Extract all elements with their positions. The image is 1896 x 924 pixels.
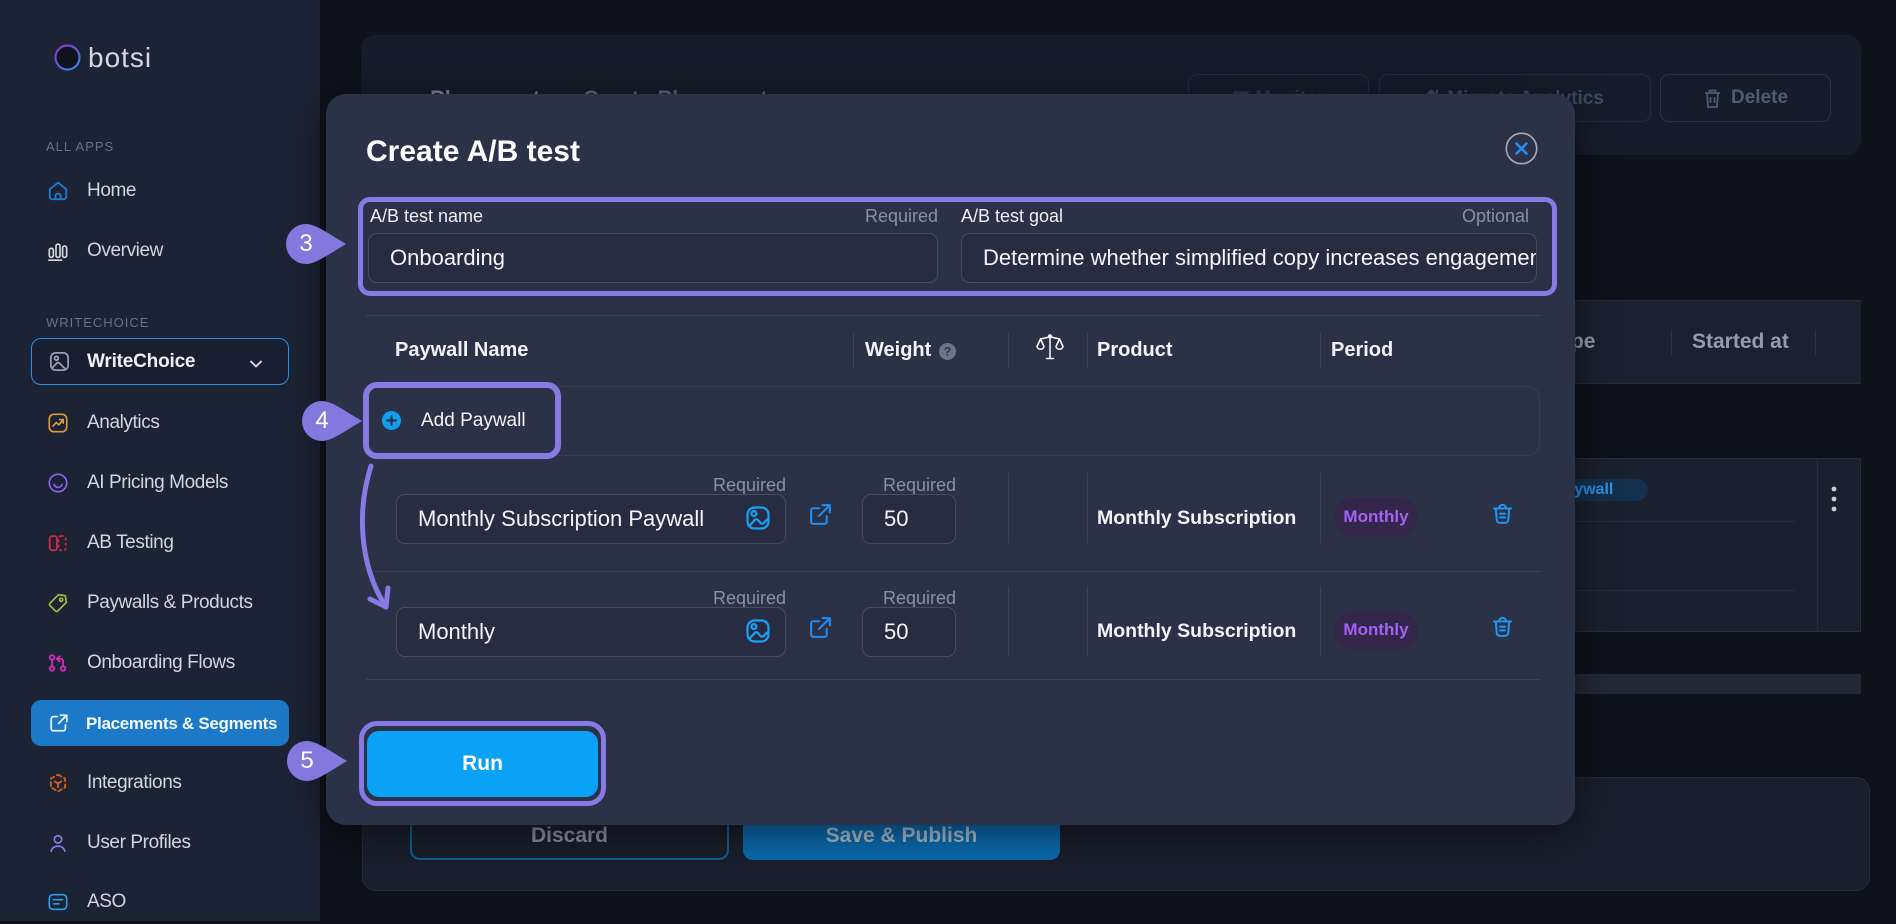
svg-text:?: ? xyxy=(944,345,951,359)
